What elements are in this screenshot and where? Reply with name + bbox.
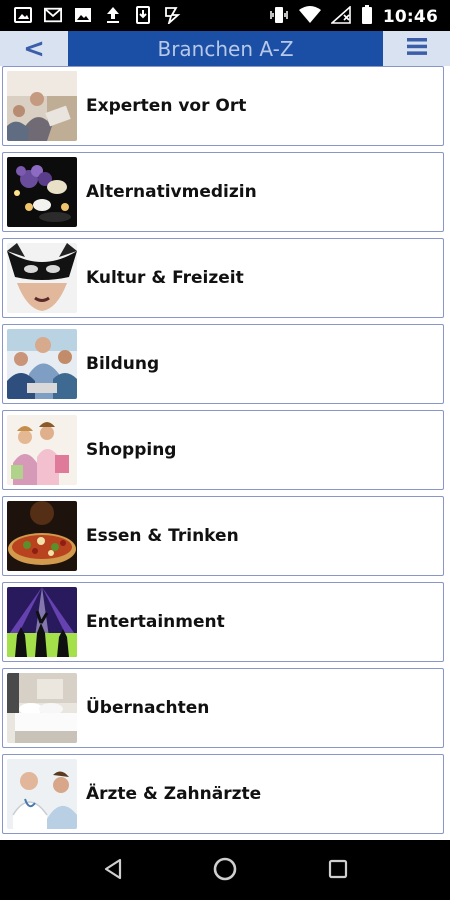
list-item-label: Bildung: [86, 354, 160, 374]
list-item-uebernachten[interactable]: Übernachten: [2, 668, 444, 748]
mask-photo: [7, 243, 77, 313]
download-icon: [134, 6, 152, 24]
battery-icon: [361, 5, 373, 29]
clock: 10:46: [382, 7, 438, 27]
system-icons: 10:46: [269, 5, 438, 29]
gmail-icon: [44, 6, 62, 24]
list-item-label: Kultur & Freizeit: [86, 268, 244, 288]
list-item-experten[interactable]: Experten vor Ort: [2, 66, 444, 146]
list-item-label: Ärzte & Zahnärzte: [86, 784, 262, 804]
list-item-label: Essen & Trinken: [86, 526, 239, 546]
education-photo: [7, 329, 77, 399]
navigation-bar: [0, 840, 450, 900]
doctor-photo: [7, 759, 77, 829]
upload-icon: [104, 6, 122, 24]
wifi-icon: [298, 6, 321, 28]
list-item-label: Übernachten: [86, 698, 210, 718]
menu-button[interactable]: [383, 31, 450, 66]
list-item-bildung[interactable]: Bildung: [2, 324, 444, 404]
check-icon: [164, 6, 182, 24]
list-item-label: Entertainment: [86, 612, 225, 632]
alternative-medicine-photo: [7, 157, 77, 227]
page-title: Branchen A-Z: [68, 31, 383, 66]
vibrate-icon: [269, 6, 289, 28]
image-icon: [74, 6, 92, 24]
list-item-label: Shopping: [86, 440, 177, 460]
list-item-label: Experten vor Ort: [86, 96, 247, 116]
experts-photo: [7, 71, 77, 141]
concert-photo: [7, 587, 77, 657]
notification-icons: [14, 6, 182, 24]
signal-icon: [329, 5, 351, 28]
gallery-icon: [14, 6, 32, 24]
home-circle-icon: [212, 856, 238, 886]
list-item-essen[interactable]: Essen & Trinken: [2, 496, 444, 576]
list-item-entertainment[interactable]: Entertainment: [2, 582, 444, 662]
recents-square-icon: [328, 859, 348, 883]
back-button[interactable]: <: [0, 31, 68, 66]
nav-recents-button[interactable]: [323, 858, 353, 884]
list-item-alternativmedizin[interactable]: Alternativmedizin: [2, 152, 444, 232]
hamburger-menu-icon: [406, 38, 427, 59]
pizza-photo: [7, 501, 77, 571]
list-item-label: Alternativmedizin: [86, 182, 257, 202]
shopping-photo: [7, 415, 77, 485]
app-header: < Branchen A-Z: [0, 31, 450, 66]
back-triangle-icon: [103, 858, 123, 884]
category-list: Experten vor Ort Alternativmedizin Kultu…: [0, 66, 450, 840]
list-item-aerzte[interactable]: Ärzte & Zahnärzte: [2, 754, 444, 834]
status-bar: 10:46: [0, 0, 450, 31]
nav-back-button[interactable]: [98, 858, 128, 884]
list-item-shopping[interactable]: Shopping: [2, 410, 444, 490]
bed-photo: [7, 673, 77, 743]
nav-home-button[interactable]: [210, 856, 240, 886]
list-item-kultur[interactable]: Kultur & Freizeit: [2, 238, 444, 318]
